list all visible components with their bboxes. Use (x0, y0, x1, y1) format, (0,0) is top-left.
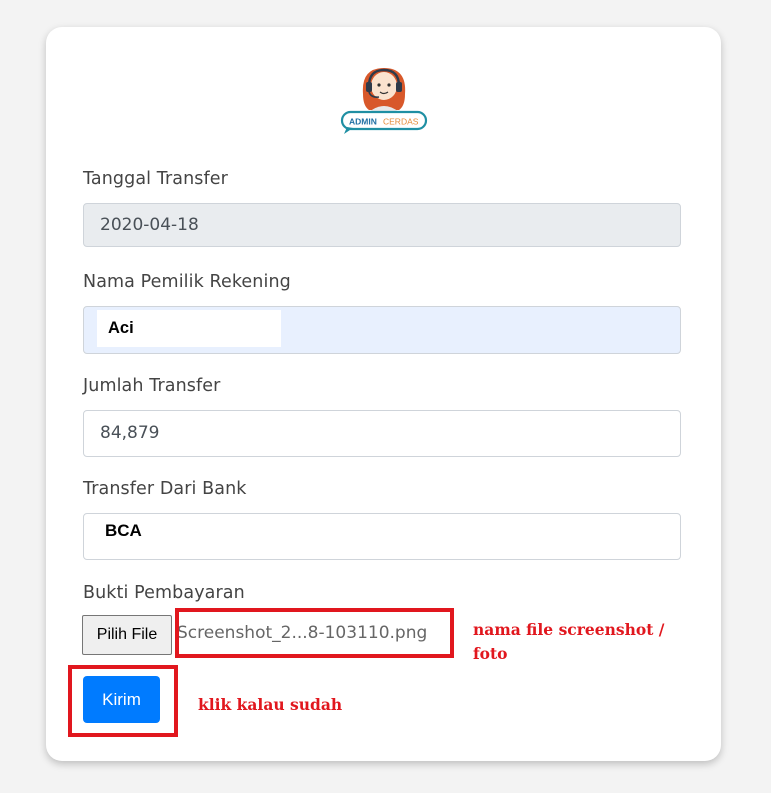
jumlah-transfer-input[interactable]: 84,879 (83, 410, 681, 457)
choose-file-button[interactable]: Pilih File (82, 615, 172, 655)
jumlah-transfer-value: 84,879 (100, 423, 160, 443)
transfer-bank-input[interactable]: BCA (83, 513, 681, 560)
file-note: nama file screenshot / foto (473, 618, 664, 666)
nama-pemilik-value: Aci (108, 319, 134, 337)
file-note-line2: foto (473, 644, 508, 663)
form-card: ADMIN CERDAS Tanggal Transfer 2020-04-18… (46, 27, 721, 761)
logo-text-cerdas: CERDAS (383, 117, 419, 127)
transfer-bank-value: BCA (105, 521, 142, 540)
file-name-highlight (175, 608, 454, 658)
jumlah-transfer-label: Jumlah Transfer (83, 376, 221, 396)
nama-pemilik-input[interactable]: Aci (83, 306, 681, 354)
tanggal-transfer-label: Tanggal Transfer (83, 169, 228, 189)
admin-cerdas-logo: ADMIN CERDAS (340, 68, 428, 134)
file-note-line1: nama file screenshot / (473, 620, 665, 639)
tanggal-transfer-input[interactable]: 2020-04-18 (83, 203, 681, 247)
bukti-pembayaran-label: Bukti Pembayaran (83, 583, 245, 603)
autofill-overlay: Aci (97, 310, 281, 347)
submit-highlight (68, 665, 178, 737)
nama-pemilik-label: Nama Pemilik Rekening (83, 272, 291, 292)
logo-text-admin: ADMIN (349, 117, 377, 127)
submit-note: klik kalau sudah (198, 695, 343, 714)
tanggal-transfer-value: 2020-04-18 (100, 215, 199, 235)
transfer-bank-label: Transfer Dari Bank (83, 479, 247, 499)
